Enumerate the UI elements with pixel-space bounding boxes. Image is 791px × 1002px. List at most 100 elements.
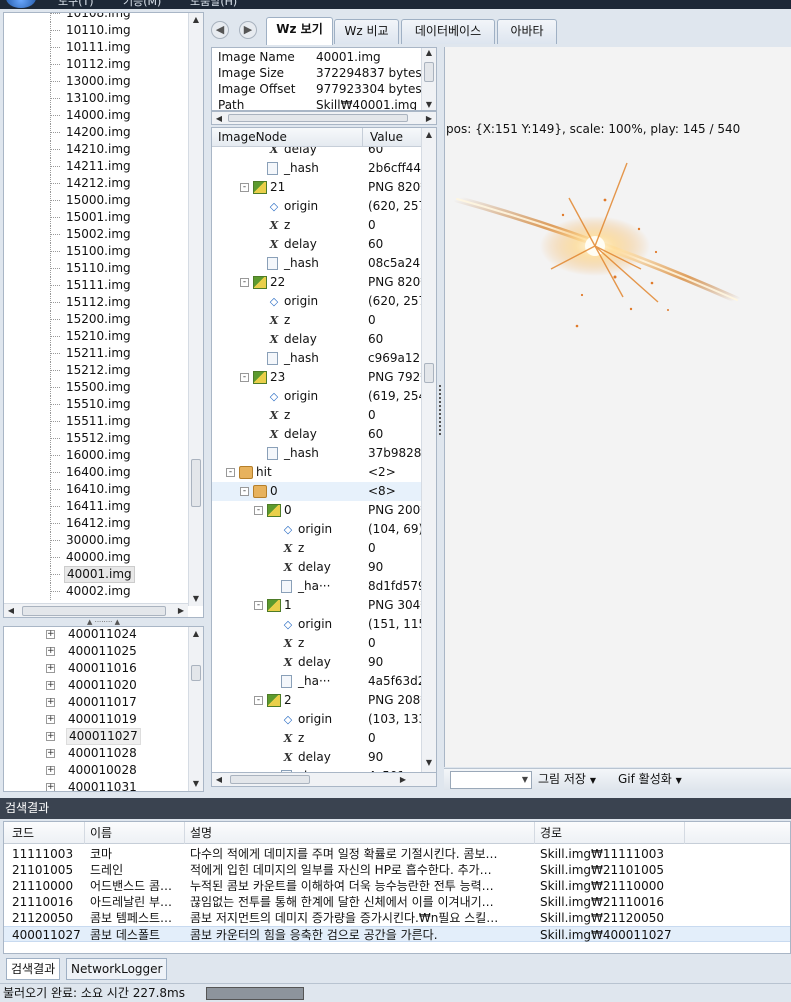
scroll-down-icon[interactable]: ▼: [189, 777, 203, 791]
tree-hscroll[interactable]: ◀ ▶: [211, 772, 437, 787]
expand-icon[interactable]: +: [46, 783, 55, 791]
tab-wz-compare[interactable]: Wz 비교: [334, 19, 399, 44]
tree-node[interactable]: ◇ origin (619, 254): [212, 387, 422, 406]
scroll-right-icon[interactable]: ▶: [174, 604, 188, 617]
file-tree-item[interactable]: 14212.img: [4, 175, 189, 192]
skill-tree-item[interactable]: +400011031: [4, 779, 189, 791]
file-tree-item[interactable]: 13100.img: [4, 90, 189, 107]
file-tree-item[interactable]: 15212.img: [4, 362, 189, 379]
file-tree-item[interactable]: 16400.img: [4, 464, 189, 481]
file-tree-item[interactable]: 15110.img: [4, 260, 189, 277]
skill-tree-item[interactable]: +400011025: [4, 643, 189, 660]
tree-node[interactable]: - hit <2>: [212, 463, 422, 482]
expand-icon[interactable]: +: [46, 664, 55, 673]
tree-node[interactable]: Xdelay 90: [212, 653, 422, 672]
collapse-icon[interactable]: -: [254, 696, 263, 705]
app-logo-icon[interactable]: [6, 0, 36, 8]
tree-node[interactable]: Xdelay 90: [212, 748, 422, 767]
column-description[interactable]: 설명: [190, 822, 212, 844]
file-tree-item[interactable]: 15000.img: [4, 192, 189, 209]
tree-node[interactable]: _ha··· 8d1fd579: [212, 577, 422, 596]
scroll-down-icon[interactable]: ▼: [189, 592, 203, 606]
column-divider[interactable]: [84, 822, 85, 844]
expand-icon[interactable]: +: [46, 681, 55, 690]
file-tree-item[interactable]: 15500.img: [4, 379, 189, 396]
tab-search-results[interactable]: 검색결과: [6, 958, 61, 980]
file-tree-item[interactable]: 15001.img: [4, 209, 189, 226]
file-tree-item[interactable]: 10111.img: [4, 39, 189, 56]
tree-vscroll[interactable]: ▲ ▼: [421, 128, 436, 773]
tree-node[interactable]: Xdelay 60: [212, 425, 422, 444]
tab-network-logger[interactable]: NetworkLogger: [66, 958, 168, 980]
expand-icon[interactable]: +: [46, 698, 55, 707]
file-tree-item[interactable]: 15200.img: [4, 311, 189, 328]
column-imagenode[interactable]: ImageNode: [218, 128, 287, 147]
tree-node[interactable]: - 0 PNG 200*: [212, 501, 422, 520]
info-vscroll[interactable]: ▲ ▼: [421, 48, 436, 110]
scroll-right-icon[interactable]: ▶: [422, 112, 436, 124]
image-preview[interactable]: pos: {X:151 Y:149}, scale: 100%, play: 1…: [444, 47, 791, 767]
file-tree-item[interactable]: 15211.img: [4, 345, 189, 362]
skill-tree-item[interactable]: +400011027: [4, 728, 189, 745]
file-tree-item[interactable]: 14000.img: [4, 107, 189, 124]
scroll-thumb[interactable]: [191, 459, 201, 507]
scroll-thumb[interactable]: [191, 665, 201, 681]
file-tree-item[interactable]: 15511.img: [4, 413, 189, 430]
file-tree-item[interactable]: 14210.img: [4, 141, 189, 158]
column-divider[interactable]: [184, 822, 185, 844]
tree-node[interactable]: - 0 <8>: [212, 482, 422, 501]
collapse-icon[interactable]: -: [240, 278, 249, 287]
skill-tree-vscroll[interactable]: ▲ ▼: [188, 627, 203, 791]
scroll-up-icon[interactable]: ▲: [189, 13, 203, 27]
tree-node[interactable]: _hash 37b9828c: [212, 444, 422, 463]
scroll-thumb[interactable]: [228, 114, 408, 122]
scroll-thumb[interactable]: [424, 62, 434, 82]
skill-tree-item[interactable]: +400011016: [4, 660, 189, 677]
scroll-left-icon[interactable]: ◀: [212, 773, 226, 786]
scroll-thumb[interactable]: [424, 363, 434, 383]
file-tree-item[interactable]: 15210.img: [4, 328, 189, 345]
tree-node[interactable]: Xdelay 90: [212, 558, 422, 577]
scroll-down-icon[interactable]: ▼: [422, 756, 436, 770]
scroll-up-icon[interactable]: ▲: [189, 627, 203, 641]
column-divider[interactable]: [684, 822, 685, 844]
expand-icon[interactable]: +: [46, 715, 55, 724]
file-tree-item[interactable]: 10108.img: [4, 13, 189, 22]
collapse-icon[interactable]: -: [254, 506, 263, 515]
tree-node[interactable]: ◇ origin (620, 257): [212, 292, 422, 311]
scroll-left-icon[interactable]: ◀: [212, 112, 226, 124]
skill-tree-item[interactable]: +400011020: [4, 677, 189, 694]
tree-node[interactable]: _hash 2b6cff44: [212, 159, 422, 178]
file-tree-item[interactable]: 10110.img: [4, 22, 189, 39]
tree-node[interactable]: - 23 PNG 792*: [212, 368, 422, 387]
file-tree-item[interactable]: 40002.img: [4, 583, 189, 600]
expand-icon[interactable]: +: [46, 749, 55, 758]
file-tree-item[interactable]: 15112.img: [4, 294, 189, 311]
tree-node[interactable]: ◇ origin (104, 69): [212, 520, 422, 539]
scroll-up-icon[interactable]: ▲: [422, 128, 436, 142]
file-tree-item[interactable]: 30000.img: [4, 532, 189, 549]
column-name[interactable]: 이름: [90, 822, 112, 844]
tree-node[interactable]: - 21 PNG 820*: [212, 178, 422, 197]
tree-node[interactable]: Xdelay 60: [212, 330, 422, 349]
back-icon[interactable]: ◀: [211, 21, 229, 39]
tree-node[interactable]: Xz 0: [212, 729, 422, 748]
skill-tree-item[interactable]: +400010028: [4, 762, 189, 779]
tree-node[interactable]: Xdelay 60: [212, 235, 422, 254]
vertical-splitter[interactable]: [439, 385, 443, 435]
forward-icon[interactable]: ▶: [239, 21, 257, 39]
collapse-icon[interactable]: -: [254, 601, 263, 610]
table-row[interactable]: 400011027 콤보 데스폴트 콤보 카운터의 힘을 응축한 검으로 공간을 가…: [4, 926, 790, 942]
file-tree-item[interactable]: 16411.img: [4, 498, 189, 515]
column-path[interactable]: 경로: [540, 822, 562, 844]
skill-tree-item[interactable]: +400011024: [4, 627, 189, 643]
file-tree-item[interactable]: 13000.img: [4, 73, 189, 90]
menu-help[interactable]: 도움말(H): [190, 0, 237, 9]
tree-node[interactable]: Xz 0: [212, 406, 422, 425]
file-tree-item[interactable]: 16000.img: [4, 447, 189, 464]
tree-node[interactable]: _hash 08c5a24: [212, 254, 422, 273]
file-tree-item[interactable]: 15510.img: [4, 396, 189, 413]
pane-splitter[interactable]: ▲ ········ ▲: [3, 619, 204, 626]
skill-tree-item[interactable]: +400011017: [4, 694, 189, 711]
tree-node[interactable]: ◇ origin (103, 133): [212, 710, 422, 729]
